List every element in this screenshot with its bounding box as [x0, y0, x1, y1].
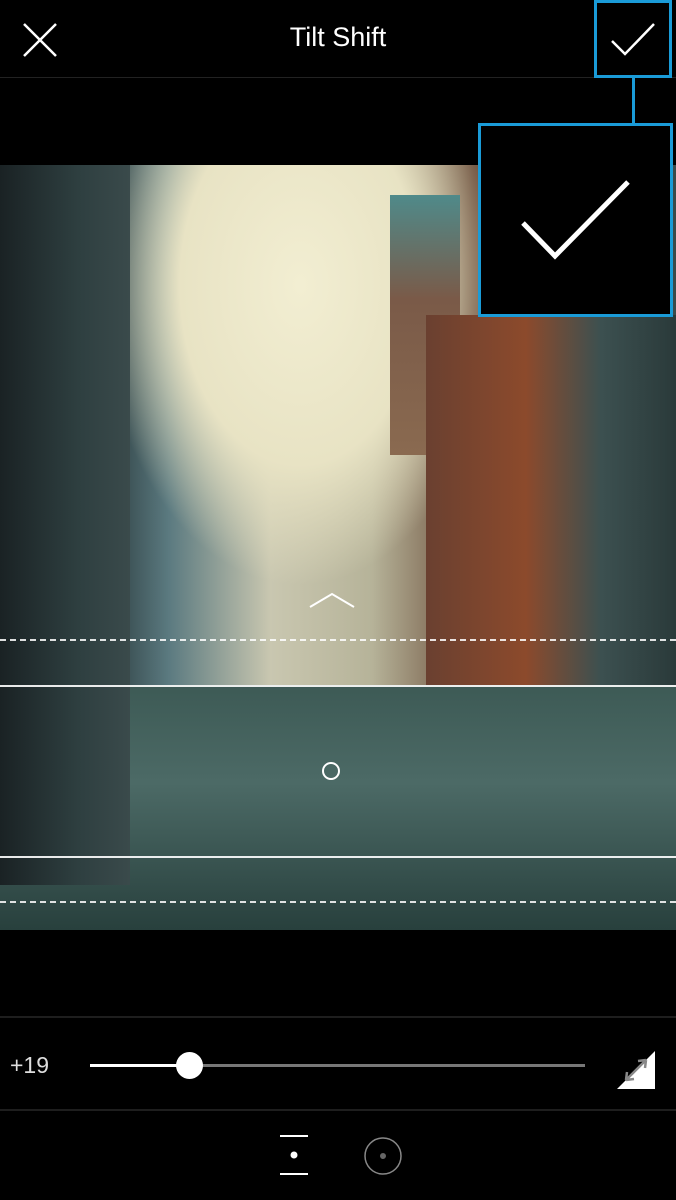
divider [0, 1109, 676, 1111]
slider-value: +19 [10, 1052, 50, 1078]
invert-blur-icon[interactable] [616, 1050, 656, 1090]
photo-building-left [0, 165, 130, 885]
slider-thumb[interactable] [176, 1052, 203, 1079]
callout-connector [632, 78, 635, 123]
blur-slider[interactable] [90, 1052, 585, 1079]
checkmark-icon [611, 23, 655, 56]
divider [0, 1016, 676, 1018]
chevron-up-icon[interactable] [308, 590, 356, 610]
checkmark-icon [520, 180, 630, 260]
confirm-callout-zoom [478, 123, 673, 317]
blur-outer-top-line[interactable] [0, 639, 676, 641]
linear-mode-icon[interactable] [278, 1133, 310, 1177]
radial-mode-icon[interactable] [363, 1136, 403, 1176]
focus-top-line[interactable] [0, 685, 676, 687]
focus-bottom-line[interactable] [0, 856, 676, 858]
top-bar: Tilt Shift [0, 0, 676, 78]
slider-fill [90, 1064, 189, 1067]
confirm-button[interactable] [594, 0, 672, 78]
page-title: Tilt Shift [289, 22, 387, 52]
focus-center-handle[interactable] [322, 762, 340, 780]
blur-outer-bottom-line[interactable] [0, 901, 676, 903]
